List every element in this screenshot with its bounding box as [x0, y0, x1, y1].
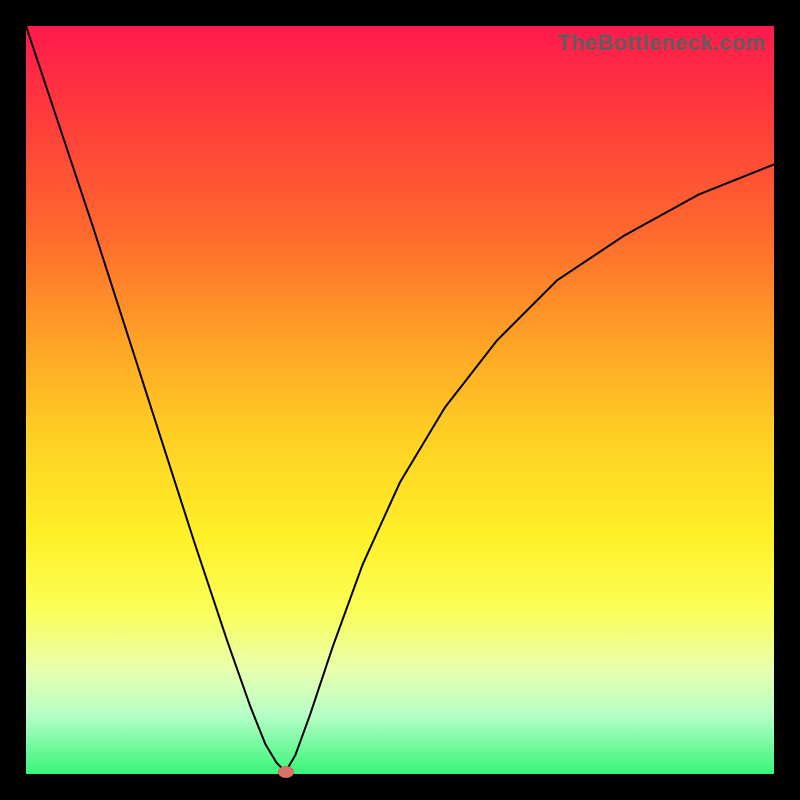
bottleneck-marker-icon [278, 766, 294, 778]
curve-svg [26, 26, 774, 774]
bottleneck-curve [26, 26, 774, 772]
watermark-text: TheBottleneck.com [558, 30, 766, 56]
chart-frame: TheBottleneck.com [0, 0, 800, 800]
plot-area: TheBottleneck.com [26, 26, 774, 774]
